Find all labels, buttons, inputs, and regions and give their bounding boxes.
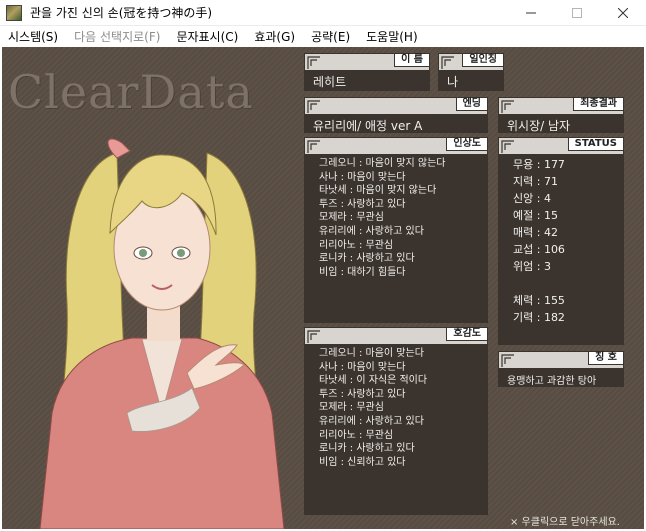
final-result-panel: 최종결과 위시장/ 남자 [498, 97, 624, 133]
final-result-label: 최종결과 [573, 97, 624, 111]
favor-panel: 호감도 그레오니 : 마음이 맞는다 사나 : 마음이 맞는다 타낫세 : 이 … [304, 327, 488, 515]
corner-ornament-icon [307, 100, 320, 113]
stat-spacer [513, 275, 617, 292]
status-label: STATUS [567, 137, 624, 151]
name-label: 이 름 [394, 53, 430, 67]
corner-ornament-icon [441, 56, 454, 69]
corner-ornament-icon [307, 56, 320, 69]
menu-system[interactable]: 시스템(S) [0, 28, 66, 45]
impression-line: 투즈 : 사랑하고 있다 [319, 198, 406, 210]
menu-bar: 시스템(S) 다음 선택지로(F) 문자표시(C) 효과(G) 공략(E) 도움… [0, 26, 646, 46]
impression-label: 인상도 [446, 137, 488, 151]
stat-row: 신앙 : 4 [513, 192, 551, 205]
name-panel: 이 름 레히트 [304, 53, 430, 91]
impression-line: 로니카 : 사랑하고 있다 [319, 253, 415, 265]
maximize-button[interactable] [554, 0, 600, 26]
menu-text-display[interactable]: 문자표시(C) [168, 28, 246, 45]
corner-ornament-icon [307, 330, 320, 343]
stat-row: 무용 : 177 [513, 158, 565, 171]
title-bar: 관을 가진 신의 손(冠を持つ神の手) [0, 0, 646, 26]
app-icon [6, 4, 22, 21]
stat-row: 체력 : 155 [513, 294, 565, 307]
stat-row: 위엄 : 3 [513, 260, 551, 273]
name-value: 레히트 [305, 70, 429, 90]
honorific-value: 용맹하고 과감한 탕아 [499, 368, 623, 387]
impression-line: 타낫세 : 마음이 맞지 않는다 [319, 185, 437, 197]
first-person-label: 일인칭 [462, 53, 504, 67]
favor-line: 모제라 : 무관심 [319, 402, 384, 414]
menu-next-choice[interactable]: 다음 선택지로(F) [66, 28, 168, 45]
impression-list: 그레오니 : 마음이 맞지 않는다 사나 : 마음이 맞는다 타낫세 : 마음이… [305, 154, 487, 322]
impression-line: 비임 : 대하기 힘들다 [319, 266, 406, 278]
menu-walkthrough[interactable]: 공략(E) [303, 28, 358, 45]
impression-line: 그레오니 : 마음이 맞지 않는다 [319, 158, 446, 169]
corner-ornament-icon [501, 100, 514, 113]
final-result-value: 위시장/ 남자 [499, 114, 623, 133]
stat-row: 기력 : 182 [513, 311, 565, 324]
corner-ornament-icon [501, 354, 514, 367]
stat-row: 매력 : 42 [513, 226, 558, 239]
window-title: 관을 가진 신의 손(冠を持つ神の手) [30, 6, 213, 20]
impression-line: 사나 : 마음이 맞는다 [319, 171, 406, 183]
minimize-icon [526, 12, 536, 14]
favor-line: 사나 : 마음이 맞는다 [319, 361, 406, 373]
stat-row: 교섭 : 106 [513, 243, 565, 256]
close-button[interactable] [600, 0, 646, 26]
impression-line: 모제라 : 무관심 [319, 212, 384, 224]
close-icon [618, 8, 628, 18]
close-hint: × 우클릭으로 닫아주세요. [510, 517, 620, 528]
favor-line: 유리리에 : 사랑하고 있다 [319, 415, 424, 427]
character-portrait [39, 138, 285, 529]
impression-line: 리리아노 : 무관심 [319, 239, 394, 251]
favor-line: 리리아노 : 무관심 [319, 429, 394, 441]
stat-row: 예절 : 15 [513, 209, 558, 222]
favor-line: 타낫세 : 이 자식은 적이다 [319, 375, 428, 387]
honorific-panel: 칭 호 용맹하고 과감한 탕아 [498, 351, 624, 387]
first-person-value: 나 [439, 70, 503, 90]
honorific-label: 칭 호 [588, 351, 624, 365]
stat-row: 지력 : 71 [513, 175, 558, 188]
clear-data-watermark: ClearData [8, 65, 254, 119]
favor-label: 호감도 [446, 327, 488, 341]
corner-ornament-icon [307, 140, 320, 153]
ending-panel: 엔딩 유리리에/ 애정 ver A [304, 97, 488, 133]
minimize-button[interactable] [508, 0, 554, 26]
corner-ornament-icon [501, 140, 514, 153]
ending-label: 엔딩 [455, 97, 488, 111]
status-list: 무용 : 177 지력 : 71 신앙 : 4 예절 : 15 매력 : 42 … [499, 154, 623, 344]
favor-line: 로니카 : 사랑하고 있다 [319, 443, 415, 455]
favor-line: 그레오니 : 마음이 맞는다 [319, 348, 424, 359]
first-person-panel: 일인칭 나 [438, 53, 504, 91]
impression-panel: 인상도 그레오니 : 마음이 맞지 않는다 사나 : 마음이 맞는다 타낫세 :… [304, 137, 488, 323]
favor-line: 투즈 : 사랑하고 있다 [319, 388, 406, 400]
maximize-icon [572, 8, 582, 18]
status-panel: STATUS 무용 : 177 지력 : 71 신앙 : 4 예절 : 15 매… [498, 137, 624, 345]
impression-line: 유리리에 : 사랑하고 있다 [319, 225, 424, 237]
menu-effects[interactable]: 효과(G) [246, 28, 303, 45]
menu-help[interactable]: 도움말(H) [358, 28, 426, 45]
favor-line: 비임 : 신뢰하고 있다 [319, 456, 406, 468]
favor-list: 그레오니 : 마음이 맞는다 사나 : 마음이 맞는다 타낫세 : 이 자식은 … [305, 344, 487, 514]
clear-data-screen[interactable]: ClearData 이 름 레히트 일인칭 나 엔딩 유리리에/ 애정 ver … [2, 47, 644, 529]
ending-value: 유리리에/ 애정 ver A [305, 114, 487, 133]
